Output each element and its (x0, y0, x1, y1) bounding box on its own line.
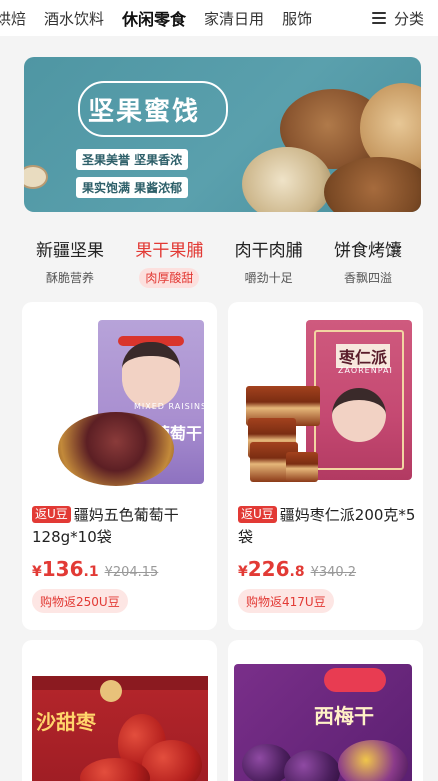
package-english-label: ZAORENPAI (338, 366, 393, 375)
package-art (122, 342, 180, 408)
price-decimal: .1 (83, 564, 99, 580)
tab-household[interactable]: 家清日用 (204, 8, 264, 29)
price-currency: ¥ (238, 564, 248, 580)
package-label: 西梅干 (314, 704, 374, 728)
banner-tag: 圣果美誉 坚果香浓 (76, 149, 189, 170)
menu-icon (371, 12, 386, 24)
category-tab-bar: 烘焙 酒水饮料 休闲零食 家清日用 服饰 分类 (0, 0, 438, 36)
price-currency: ¥ (32, 564, 42, 580)
product-image: 西梅干 (228, 640, 423, 781)
product-title: 返U豆 疆妈五色葡萄干128g*10袋 (32, 504, 210, 548)
subtab-desc: 肉厚酸甜 (139, 268, 200, 288)
subtab-jerky[interactable]: 肉干肉脯 嚼劲十足 (223, 238, 315, 294)
package-art (332, 388, 386, 442)
price-integer: 136 (41, 557, 84, 581)
subtab-desc: 嚼劲十足 (244, 271, 293, 285)
package-label: 沙甜枣 (36, 710, 96, 734)
tab-snacks[interactable]: 休闲零食 (122, 6, 186, 30)
subtab-desc: 酥脆营养 (45, 271, 94, 285)
nut-bowl-image (242, 147, 332, 212)
subtab-naan[interactable]: 饼食烤馕 香飘四溢 (322, 238, 414, 294)
package-english-label: MIXED RAISINS (134, 402, 208, 411)
product-card[interactable]: 西梅干 (228, 640, 423, 781)
cashback-badge: 返U豆 (32, 506, 71, 523)
product-price: ¥ 226 .8 ¥340.2 (238, 557, 356, 581)
product-image: 沙甜枣 (22, 640, 217, 781)
subcategory-tabs: 新疆坚果 酥脆营养 果干果脯 肉厚酸甜 肉干肉脯 嚼劲十足 饼食烤馕 香飘四溢 (24, 238, 414, 294)
brand-logo-icon (100, 680, 122, 702)
product-card[interactable]: 沙甜枣 (22, 640, 217, 781)
package-label: 枣仁派 (336, 344, 391, 368)
subtab-name: 肉干肉脯 (234, 241, 303, 261)
banner-tag: 果实饱满 果酱浓郁 (76, 177, 189, 198)
product-price: ¥ 136 .1 ¥204.15 (32, 557, 158, 581)
all-categories-label: 分类 (393, 9, 424, 28)
tab-bakery[interactable]: 烘焙 (0, 8, 26, 29)
price-decimal: .8 (289, 564, 305, 580)
promo-banner[interactable]: 坚果蜜饯 圣果美誉 坚果香浓 果实饱满 果酱浓郁 (24, 57, 421, 212)
package-art (324, 668, 386, 692)
cashback-pill: 购物返417U豆 (238, 589, 334, 613)
subtab-nuts[interactable]: 新疆坚果 酥脆营养 (24, 238, 116, 294)
subtab-name: 新疆坚果 (36, 241, 104, 261)
cashback-badge: 返U豆 (238, 506, 277, 523)
subtab-name: 饼食烤馕 (333, 241, 402, 261)
cashback-pill: 购物返250U豆 (32, 589, 128, 613)
price-integer: 226 (247, 557, 290, 581)
tab-clothing[interactable]: 服饰 (282, 8, 312, 29)
product-image: 枣仁派 ZAORENPAI (228, 302, 423, 492)
product-card[interactable]: 枣仁派 ZAORENPAI 返U豆 疆妈枣仁派200克*5袋 ¥ 226 .8 ¥… (228, 302, 423, 630)
pie-slice-illustration (286, 452, 318, 482)
category-tabs: 烘焙 酒水饮料 休闲零食 家清日用 服饰 (0, 6, 330, 30)
all-categories-button[interactable]: 分类 (358, 0, 438, 36)
banner-title: 坚果蜜饯 (88, 97, 201, 127)
product-image: MIXED RAISINS 葡萄干 (22, 302, 217, 492)
original-price: ¥340.2 (310, 565, 357, 580)
tab-drinks[interactable]: 酒水饮料 (44, 8, 104, 29)
product-card[interactable]: MIXED RAISINS 葡萄干 返U豆 疆妈五色葡萄干128g*10袋 ¥ 1… (22, 302, 217, 630)
subtab-name: 果干果脯 (135, 241, 204, 261)
original-price: ¥204.15 (104, 565, 159, 580)
subtab-dried-fruit[interactable]: 果干果脯 肉厚酸甜 (123, 238, 215, 294)
raisin-pile-illustration (58, 412, 174, 486)
subtab-desc: 香飘四溢 (343, 271, 392, 285)
pistachio-illustration (24, 165, 48, 189)
product-title: 返U豆 疆妈枣仁派200克*5袋 (238, 504, 416, 548)
